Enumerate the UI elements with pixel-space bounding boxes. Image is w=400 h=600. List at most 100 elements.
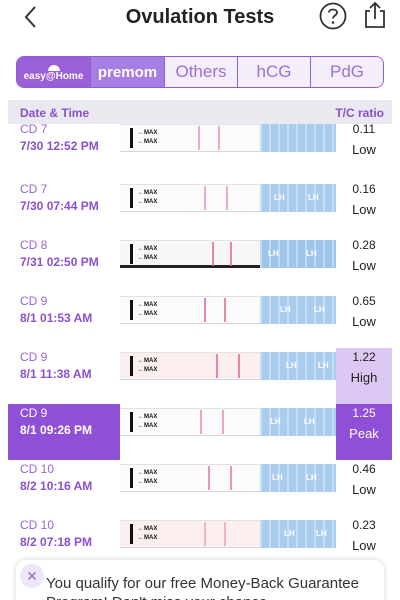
strip-lh-label: LH [284, 529, 295, 538]
list-item[interactable]: CD 9 8/1 01:53 AM ←MAX ←MAX LH LH 0.65 Lo… [8, 292, 392, 348]
tc-ratio-cell: 0.11 Low [336, 124, 392, 176]
cycle-day: CD 9 [20, 294, 48, 308]
tc-ratio-cell: 0.28 Low [336, 236, 392, 292]
list-item[interactable]: CD 10 8/2 10:16 AM ←MAX ←MAX LH LH 0.46 L… [8, 460, 392, 516]
strip-max-label: ←MAX [138, 302, 158, 308]
test-list[interactable]: CD 7 7/30 12:52 PM ←MAX ←MAX 0.11 Low CD… [0, 124, 400, 600]
strip-lh-label: LH [270, 417, 281, 426]
tc-ratio-cell: 0.16 Low [336, 180, 392, 236]
test-datetime: 8/1 01:53 AM [20, 311, 93, 325]
strip-max-label: ←MAX [138, 255, 158, 261]
strip-lh-label: LH [268, 249, 279, 258]
tc-ratio-value: 0.28 [352, 238, 376, 252]
cycle-day: CD 8 [20, 238, 48, 252]
test-strip-image: ←MAX ←MAX LH LH [120, 240, 336, 268]
tc-ratio-value: 0.23 [352, 518, 376, 532]
tab-pdg[interactable]: PdG [311, 57, 383, 87]
strip-max-label: ←MAX [138, 190, 158, 196]
tab-label: Others [175, 62, 227, 81]
tab-label: premom [97, 63, 158, 81]
tc-level: High [350, 370, 378, 385]
strip-lh-label: LH [272, 473, 283, 482]
strip-lh-label: LH [314, 305, 325, 314]
tc-ratio-cell: 0.46 Low [336, 460, 392, 516]
cycle-day: CD 7 [20, 124, 48, 136]
question-circle-icon [319, 2, 347, 30]
tab-label: easy@Home [23, 70, 84, 82]
strip-lh-label: LH [308, 193, 319, 202]
strip-max-label: ←MAX [138, 479, 158, 485]
close-button[interactable]: ✕ [20, 564, 44, 588]
test-strip-image: ←MAX ←MAX [120, 124, 336, 152]
list-item[interactable]: CD 8 7/31 02:50 PM ←MAX ←MAX LH LH 0.28 L… [8, 236, 392, 292]
test-datetime: 8/2 07:18 PM [20, 535, 93, 549]
list-item[interactable]: CD 7 7/30 07:44 PM ←MAX ←MAX LH LH 0.16 L… [8, 180, 392, 236]
promo-banner[interactable]: ✕ You qualify for our free Money-Back Gu… [16, 560, 384, 600]
tc-ratio-value: 0.16 [352, 182, 376, 196]
strip-max-label: ←MAX [138, 358, 158, 364]
list-item[interactable]: CD 9 8/1 11:38 AM ←MAX ←MAX LH LH 1.22 Hi… [8, 348, 392, 404]
cycle-day: CD 9 [20, 350, 48, 364]
tab-hcg[interactable]: hCG [238, 57, 311, 87]
strip-lh-label: LH [286, 361, 297, 370]
strip-max-label: ←MAX [138, 367, 158, 373]
promo-text: You qualify for our free Money-Back Guar… [46, 575, 359, 600]
test-strip-image: ←MAX ←MAX LH LH [120, 352, 336, 380]
tc-level: Low [352, 538, 376, 553]
strip-max-label: ←MAX [138, 311, 158, 317]
test-datetime: 8/1 09:26 PM [20, 423, 93, 437]
strip-lh-label: LH [306, 249, 317, 258]
sun-logo-icon [47, 64, 60, 71]
test-datetime: 7/31 02:50 PM [20, 255, 99, 269]
tc-ratio-cell: 0.65 Low [336, 292, 392, 348]
tc-ratio-value: 0.11 [352, 124, 376, 136]
strip-max-label: ←MAX [138, 535, 158, 541]
tab-premom[interactable]: premom [91, 57, 165, 87]
cycle-day: CD 10 [20, 518, 55, 532]
brand-tabs: easy@Home premom Others hCG PdG [16, 56, 384, 88]
test-strip-image: ←MAX ←MAX LH LH [120, 408, 336, 436]
tab-label: hCG [256, 62, 292, 81]
strip-max-label: ←MAX [138, 414, 158, 420]
tc-ratio-cell: 1.25 Peak [336, 404, 392, 460]
cycle-day: CD 10 [20, 462, 55, 476]
chevron-left-icon [24, 6, 36, 28]
tc-level: Low [352, 314, 376, 329]
strip-max-label: ←MAX [138, 423, 158, 429]
strip-lh-label: LH [304, 417, 315, 426]
close-icon: ✕ [26, 568, 38, 584]
tc-ratio-value: 1.25 [352, 406, 376, 420]
test-datetime: 8/2 10:16 AM [20, 479, 93, 493]
strip-lh-label: LH [316, 529, 327, 538]
strip-max-label: ←MAX [138, 139, 158, 145]
column-header: Date & Time T/C ratio [8, 100, 392, 124]
test-strip-image: ←MAX ←MAX LH LH [120, 520, 336, 548]
tab-label: PdG [329, 62, 365, 81]
tc-level: Low [352, 142, 376, 157]
help-button[interactable] [318, 1, 348, 31]
test-strip-image: ←MAX ←MAX LH LH [120, 464, 336, 492]
strip-max-label: ←MAX [138, 199, 158, 205]
list-item[interactable]: CD 7 7/30 12:52 PM ←MAX ←MAX 0.11 Low [8, 124, 392, 176]
tc-ratio-value: 0.46 [352, 462, 376, 476]
strip-lh-label: LH [306, 473, 317, 482]
strip-max-label: ←MAX [138, 130, 158, 136]
share-button[interactable] [360, 0, 390, 30]
tab-easy-home[interactable]: easy@Home [17, 57, 91, 87]
strip-max-label: ←MAX [138, 470, 158, 476]
back-button[interactable] [16, 2, 46, 32]
test-strip-image: ←MAX ←MAX LH LH [120, 296, 336, 324]
tab-others[interactable]: Others [165, 57, 238, 87]
list-item-selected[interactable]: CD 9 8/1 09:26 PM ←MAX ←MAX LH LH 1.25 Pe… [8, 404, 392, 460]
tc-ratio-value: 1.22 [352, 350, 376, 364]
tc-level: Low [352, 258, 376, 273]
tc-level: Low [352, 202, 376, 217]
tc-level: Peak [349, 426, 379, 441]
tc-ratio-header: T/C ratio [335, 106, 384, 120]
date-time-header: Date & Time [20, 106, 90, 120]
cycle-day: CD 9 [20, 406, 48, 420]
test-datetime: 7/30 12:52 PM [20, 139, 99, 153]
tc-ratio-value: 0.65 [352, 294, 376, 308]
cycle-day: CD 7 [20, 182, 48, 196]
test-datetime: 8/1 11:38 AM [20, 367, 92, 381]
